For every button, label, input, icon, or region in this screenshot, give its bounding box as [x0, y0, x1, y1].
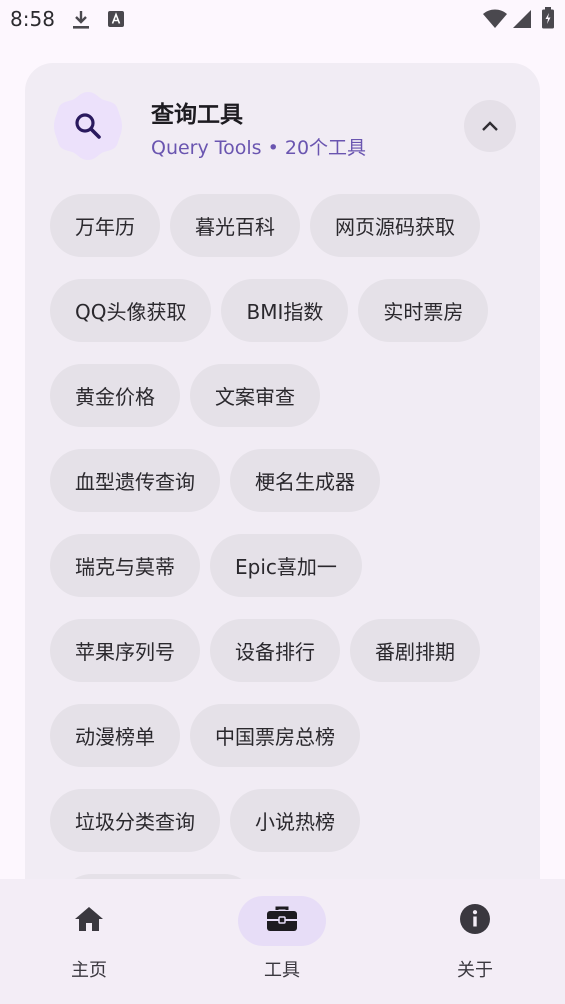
chip-row: 动漫榜单 中国票房总榜 [50, 704, 520, 767]
tool-chip[interactable]: QQ头像获取 [50, 279, 212, 342]
tool-chip[interactable]: 动漫榜单 [50, 704, 180, 767]
nav-home-label: 主页 [71, 960, 107, 981]
toolbox-icon [266, 905, 298, 937]
card-subtitle: Query Tools • 20个工具 [151, 137, 367, 159]
bottom-navigation: 主页 工具 关于 [0, 879, 565, 1004]
tool-chip[interactable]: 血型遗传查询 [50, 449, 220, 512]
nav-item-tools[interactable]: 工具 [210, 879, 330, 1004]
status-bar: 8:58 [0, 0, 565, 40]
tool-chip[interactable]: 中国票房总榜 [190, 704, 360, 767]
tool-chip[interactable]: BMI指数 [221, 279, 349, 342]
chevron-up-icon [481, 117, 499, 136]
home-icon [74, 906, 104, 936]
nav-tools-label: 工具 [264, 960, 300, 981]
collapse-button[interactable] [464, 100, 516, 152]
nav-tools-indicator [238, 896, 326, 946]
tool-chip[interactable]: 苹果序列号 [50, 619, 200, 682]
nav-item-home[interactable]: 主页 [17, 879, 137, 1004]
chip-row: 血型遗传查询 梗名生成器 [50, 449, 520, 512]
tool-chip[interactable]: 万年历 [50, 194, 160, 257]
battery-icon [541, 7, 555, 33]
tool-chip-list: 万年历 暮光百科 网页源码获取 QQ头像获取 BMI指数 实时票房 黄金价格 文… [50, 194, 520, 959]
query-tools-card: 查询工具 Query Tools • 20个工具 万年历 暮光百科 网页源码获取… [25, 63, 540, 963]
nav-about-label: 关于 [457, 960, 493, 981]
nav-home-indicator [45, 896, 133, 946]
chip-row: 瑞克与莫蒂 Epic喜加一 [50, 534, 520, 597]
tool-chip[interactable]: Epic喜加一 [210, 534, 362, 597]
wifi-icon [482, 9, 508, 33]
chip-row: QQ头像获取 BMI指数 实时票房 [50, 279, 520, 342]
tool-chip[interactable]: 番剧排期 [350, 619, 480, 682]
tool-chip[interactable]: 文案审查 [190, 364, 320, 427]
status-time: 8:58 [10, 7, 55, 31]
tool-chip[interactable]: 网页源码获取 [310, 194, 480, 257]
tool-chip[interactable]: 黄金价格 [50, 364, 180, 427]
tool-chip[interactable]: 瑞克与莫蒂 [50, 534, 200, 597]
signal-icon [512, 9, 532, 33]
chip-row: 万年历 暮光百科 网页源码获取 [50, 194, 520, 257]
nav-item-about[interactable]: 关于 [403, 879, 523, 1004]
nav-about-indicator [431, 896, 519, 946]
tool-chip[interactable]: 设备排行 [210, 619, 340, 682]
tool-chip[interactable]: 暮光百科 [170, 194, 300, 257]
chip-row: 黄金价格 文案审查 [50, 364, 520, 427]
tool-chip[interactable]: 垃圾分类查询 [50, 789, 220, 852]
category-badge [52, 90, 124, 162]
search-icon [74, 112, 102, 144]
font-app-icon [107, 10, 125, 32]
tool-chip[interactable]: 实时票房 [358, 279, 489, 342]
chip-row: 苹果序列号 设备排行 番剧排期 [50, 619, 520, 682]
download-icon [72, 10, 90, 34]
tool-chip[interactable]: 梗名生成器 [230, 449, 380, 512]
info-icon [459, 903, 491, 939]
tool-chip[interactable]: 小说热榜 [230, 789, 360, 852]
card-title: 查询工具 [151, 102, 243, 128]
chip-row: 垃圾分类查询 小说热榜 [50, 789, 520, 852]
